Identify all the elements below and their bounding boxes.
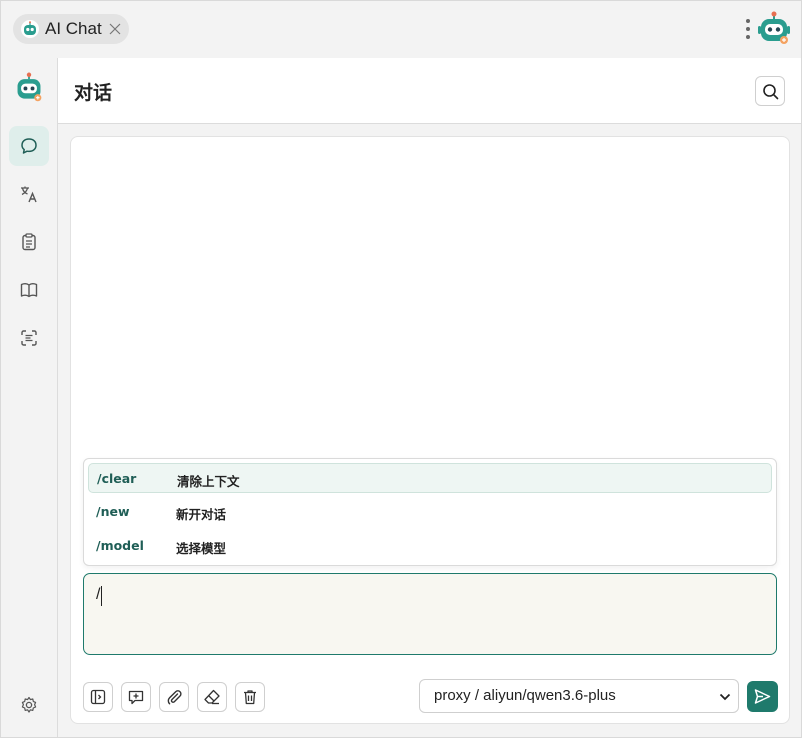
robot-icon[interactable] (757, 11, 791, 47)
clipboard-icon (22, 233, 36, 251)
chevron-down-icon (719, 693, 731, 701)
command-item-new[interactable]: /new 新开对话 (88, 497, 772, 527)
message-list (71, 137, 789, 457)
toggle-sidebar-button[interactable] (83, 682, 113, 712)
tab-bar: AI Chat (1, 1, 801, 58)
send-button[interactable] (747, 681, 778, 712)
chat-panel: /clear 清除上下文 /new 新开对话 /model 选择模型 / pro… (70, 136, 790, 724)
command-name: /model (96, 538, 144, 553)
command-name: /new (96, 504, 130, 519)
command-description: 清除上下文 (177, 474, 240, 489)
prompt-icon (128, 690, 144, 705)
more-vertical-icon[interactable] (743, 16, 753, 42)
tab-title: AI Chat (45, 19, 102, 38)
command-item-clear[interactable]: /clear 清除上下文 (88, 463, 772, 493)
book-icon (20, 283, 38, 298)
command-menu: /clear 清除上下文 /new 新开对话 /model 选择模型 (83, 458, 777, 566)
sidebar-toggle-icon (90, 689, 106, 705)
sidebar-item-chat[interactable] (9, 126, 49, 166)
eraser-icon (204, 689, 220, 705)
page-header: 对话 (58, 58, 801, 124)
search-button[interactable] (755, 76, 785, 106)
sidebar-item-scan-text[interactable] (9, 318, 49, 358)
sidebar (1, 58, 58, 737)
chat-bubble-icon (21, 138, 37, 154)
command-description: 新开对话 (176, 507, 227, 522)
trash-icon (244, 690, 256, 705)
text-caret (101, 586, 102, 606)
robot-icon (17, 72, 42, 102)
model-select-value: proxy / aliyun/qwen3.6-plus (434, 687, 616, 704)
command-description: 选择模型 (176, 541, 227, 556)
page-title: 对话 (74, 82, 113, 104)
close-icon[interactable] (109, 23, 121, 35)
command-item-model[interactable]: /model 选择模型 (88, 531, 772, 561)
message-input[interactable]: / (83, 573, 777, 655)
attach-button[interactable] (159, 682, 189, 712)
send-icon (754, 689, 771, 704)
tab-ai-chat[interactable]: AI Chat (13, 14, 129, 44)
sidebar-item-book[interactable] (9, 270, 49, 310)
scan-text-icon (21, 330, 37, 346)
search-icon (762, 83, 778, 99)
translate-icon (21, 186, 37, 203)
prompt-button[interactable] (121, 682, 151, 712)
robot-icon (21, 20, 39, 38)
sidebar-item-clipboard[interactable] (9, 222, 49, 262)
command-name: /clear (97, 471, 137, 486)
message-input-text: / (96, 586, 101, 603)
model-select[interactable]: proxy / aliyun/qwen3.6-plus (419, 679, 739, 713)
app-window: AI Chat 对话 /clear 清除上下文 /new 新开对话 /model… (0, 0, 802, 738)
main-area: 对话 /clear 清除上下文 /new 新开对话 /model 选择模型 / … (58, 58, 801, 737)
paperclip-icon (167, 690, 182, 705)
gear-icon[interactable] (19, 695, 39, 715)
delete-chat-button[interactable] (235, 682, 265, 712)
clear-input-button[interactable] (197, 682, 227, 712)
sidebar-item-translate[interactable] (9, 174, 49, 214)
